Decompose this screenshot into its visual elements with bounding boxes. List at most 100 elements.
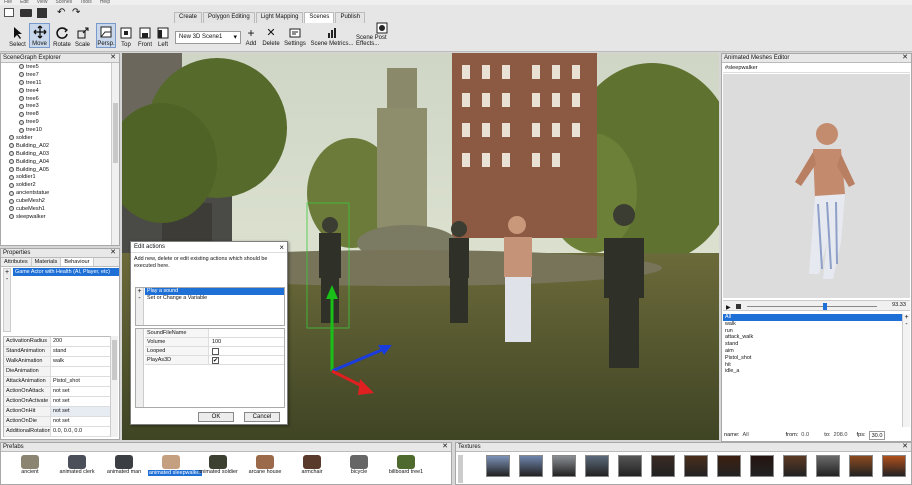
prefab-item[interactable]: billboard tree1 bbox=[383, 453, 429, 485]
looped-checkbox[interactable] bbox=[212, 347, 219, 355]
tab-scenes[interactable]: Scenes bbox=[304, 12, 335, 23]
prefab-item[interactable]: animated man bbox=[101, 453, 147, 485]
action-item[interactable]: Play a sound bbox=[145, 288, 284, 295]
property-value[interactable]: Pistol_shot bbox=[51, 377, 80, 386]
minus-icon[interactable]: - bbox=[4, 276, 10, 283]
prefab-item[interactable]: arcane house bbox=[242, 453, 288, 485]
rotate-button[interactable]: Rotate bbox=[51, 23, 73, 48]
animation-item[interactable]: All bbox=[723, 314, 903, 321]
minus-icon[interactable]: - bbox=[903, 321, 910, 328]
property-value[interactable]: walk bbox=[51, 357, 64, 366]
tab-publish[interactable]: Publish bbox=[335, 12, 366, 23]
anim-to-field[interactable]: 208.0 bbox=[834, 430, 854, 441]
property-value[interactable]: not set bbox=[51, 397, 70, 406]
tab-light-mapping[interactable]: Light Mapping bbox=[255, 12, 304, 23]
scenegraph-item[interactable]: soldier2 bbox=[1, 181, 111, 189]
close-icon[interactable]: ✕ bbox=[110, 249, 116, 257]
tab-polygon-editing[interactable]: Polygon Editing bbox=[203, 12, 255, 23]
animation-item[interactable]: run bbox=[723, 328, 903, 335]
animation-item[interactable]: stand bbox=[723, 341, 903, 348]
scrollbar-thumb[interactable] bbox=[112, 340, 117, 380]
prefab-item[interactable]: bicycle bbox=[336, 453, 382, 485]
scenegraph-item[interactable]: soldier bbox=[1, 134, 111, 142]
save-icon[interactable] bbox=[37, 8, 47, 18]
close-icon[interactable]: ✕ bbox=[902, 443, 908, 451]
scenegraph-item[interactable]: tree4 bbox=[1, 87, 111, 95]
soundfile-field[interactable] bbox=[209, 329, 284, 337]
plus-icon[interactable]: + bbox=[136, 288, 143, 295]
texture-thumbnail[interactable] bbox=[717, 455, 741, 477]
plus-icon[interactable]: + bbox=[4, 269, 10, 276]
move-button[interactable]: Move bbox=[29, 23, 50, 48]
scene-metrics-button[interactable]: Scene Metrics... bbox=[310, 25, 354, 47]
property-value[interactable]: not set bbox=[51, 387, 70, 396]
texture-thumbnail[interactable] bbox=[552, 455, 576, 477]
texture-thumbnail[interactable] bbox=[750, 455, 774, 477]
prefab-item[interactable]: animated sleepwalker bbox=[148, 453, 203, 485]
select-button[interactable]: Select bbox=[7, 23, 28, 48]
texture-thumbnail[interactable] bbox=[519, 455, 543, 477]
close-icon[interactable]: ✕ bbox=[902, 54, 908, 62]
anim-from-field[interactable]: 0.0 bbox=[801, 430, 821, 441]
view-left-button[interactable]: Left bbox=[155, 23, 171, 48]
property-value[interactable]: not set bbox=[51, 407, 70, 416]
view-top-button[interactable]: Top bbox=[117, 23, 135, 48]
timeline-slider-thumb[interactable] bbox=[822, 303, 827, 310]
textures-scrollbar[interactable] bbox=[458, 455, 463, 483]
scenegraph-item[interactable]: tree5 bbox=[1, 63, 111, 71]
scenegraph-item[interactable]: tree3 bbox=[1, 102, 111, 110]
scenegraph-item[interactable]: tree6 bbox=[1, 95, 111, 103]
properties-scrollbar[interactable] bbox=[110, 336, 118, 437]
tab-create[interactable]: Create bbox=[174, 12, 203, 23]
scene-post-effects-button[interactable]: Scene Post Effects... bbox=[356, 22, 408, 47]
mesh-preview[interactable] bbox=[723, 74, 910, 298]
scenegraph-item[interactable]: tree11 bbox=[1, 79, 111, 87]
property-value[interactable]: stand bbox=[51, 347, 66, 356]
prefab-item[interactable]: armchair bbox=[289, 453, 335, 485]
behaviour-type-item[interactable]: Game Actor with Health (AI, Player, etc) bbox=[13, 268, 119, 276]
texture-thumbnail[interactable] bbox=[486, 455, 510, 477]
scenegraph-item[interactable]: tree8 bbox=[1, 110, 111, 118]
close-icon[interactable]: × bbox=[279, 242, 284, 253]
scenegraph-item[interactable]: cubeMesh2 bbox=[1, 197, 111, 205]
settings-button[interactable]: Settings bbox=[283, 25, 307, 47]
view-persp-button[interactable]: Persp. bbox=[96, 23, 116, 48]
timeline-slider[interactable] bbox=[747, 306, 877, 307]
scenegraph-item[interactable]: Building_A03 bbox=[1, 150, 111, 158]
prefab-item[interactable]: animated soldier bbox=[195, 453, 241, 485]
animation-item[interactable]: Pistol_shot bbox=[723, 355, 903, 362]
play-icon[interactable]: ▶ bbox=[726, 304, 731, 311]
tab-materials[interactable]: Materials bbox=[32, 258, 62, 266]
scenegraph-item[interactable]: tree7 bbox=[1, 71, 111, 79]
scenegraph-item[interactable]: tree9 bbox=[1, 118, 111, 126]
tab-attributes[interactable]: Attributes bbox=[1, 258, 32, 266]
animation-item[interactable]: hit bbox=[723, 362, 903, 369]
view-front-button[interactable]: Front bbox=[136, 23, 154, 48]
scale-button[interactable]: Scale bbox=[73, 23, 92, 48]
scenegraph-item[interactable]: soldier1 bbox=[1, 173, 111, 181]
texture-thumbnail[interactable] bbox=[882, 455, 906, 477]
scenegraph-item[interactable]: Building_A05 bbox=[1, 166, 111, 174]
texture-thumbnail[interactable] bbox=[585, 455, 609, 477]
scenegraph-item[interactable]: cubeMesh1 bbox=[1, 205, 111, 213]
stop-icon[interactable] bbox=[736, 304, 741, 309]
add-scene-button[interactable]: + Add bbox=[243, 25, 259, 48]
open-folder-icon[interactable] bbox=[20, 9, 32, 17]
scenegraph-item[interactable]: ancientstatue bbox=[1, 189, 111, 197]
playas3d-checkbox[interactable]: ✔ bbox=[212, 356, 219, 364]
close-icon[interactable]: ✕ bbox=[110, 54, 116, 62]
undo-icon[interactable]: ↶ bbox=[57, 7, 65, 18]
plus-icon[interactable]: + bbox=[903, 314, 910, 321]
texture-thumbnail[interactable] bbox=[651, 455, 675, 477]
animation-item[interactable]: attack_walk bbox=[723, 334, 903, 341]
minus-icon[interactable]: - bbox=[136, 295, 143, 302]
texture-thumbnail[interactable] bbox=[849, 455, 873, 477]
anim-fps-field[interactable]: 30.0 bbox=[868, 431, 886, 440]
texture-thumbnail[interactable] bbox=[783, 455, 807, 477]
animation-item[interactable]: walk bbox=[723, 321, 903, 328]
animation-item[interactable]: idle_a bbox=[723, 368, 903, 375]
delete-scene-button[interactable]: ✕ Delete bbox=[261, 25, 281, 47]
texture-thumbnail[interactable] bbox=[684, 455, 708, 477]
scenegraph-item[interactable]: Building_A02 bbox=[1, 142, 111, 150]
texture-thumbnail[interactable] bbox=[618, 455, 642, 477]
